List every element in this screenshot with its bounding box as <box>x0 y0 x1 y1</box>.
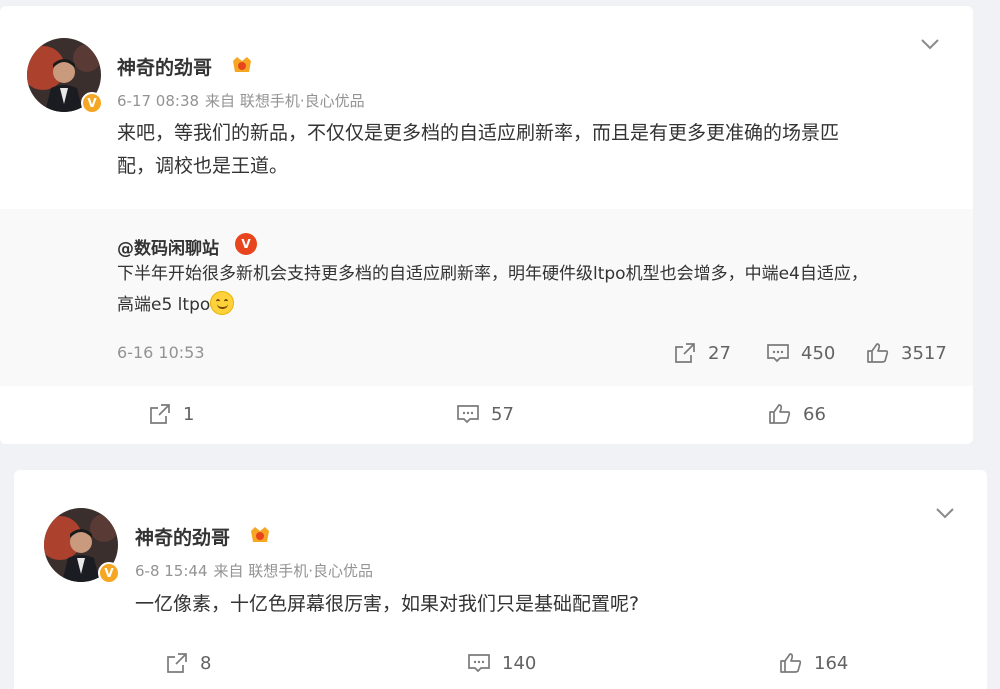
post-text-line: 来吧，等我们的新品，不仅仅是更多档的自适应刷新率，而且是有更多更准确的场景匹 <box>117 122 840 144</box>
post-text: 一亿像素，十亿色屏幕很厉害，如果对我们只是基础配置呢? <box>135 593 640 615</box>
post-meta: 6-17 08:38 来自 联想手机·良心优品 <box>117 90 365 111</box>
quoted-text-line: 下半年开始很多新机会支持更多档的自适应刷新率，明年硬件级ltpo机型也会增多，中… <box>117 264 868 284</box>
avatar[interactable]: V <box>27 38 103 114</box>
post-source: 来自 联想手机·良心优品 <box>205 92 365 110</box>
quoted-author[interactable]: @数码闲聊站 <box>117 234 219 259</box>
post-time[interactable]: 6-17 08:38 <box>117 92 199 110</box>
quoted-text: 下半年开始很多新机会支持更多档的自适应刷新率，明年硬件级ltpo机型也会增多，中… <box>117 259 947 321</box>
author-name[interactable]: 神奇的劲哥 <box>117 53 212 80</box>
repost-button[interactable]: 8 <box>165 651 211 675</box>
vip-badge-icon[interactable] <box>231 55 253 75</box>
post-text: 来吧，等我们的新品，不仅仅是更多档的自适应刷新率，而且是有更多更准确的场景匹 配… <box>117 117 957 183</box>
like-count: 3517 <box>901 342 947 364</box>
quote-like-button[interactable]: 3517 <box>866 341 947 365</box>
like-icon <box>780 653 802 673</box>
post-time[interactable]: 6-8 15:44 <box>135 562 208 580</box>
quoted-time[interactable]: 6-16 10:53 <box>117 343 205 362</box>
comment-button[interactable]: 140 <box>467 651 536 675</box>
chevron-down-icon[interactable] <box>919 33 941 55</box>
like-icon <box>867 343 889 363</box>
repost-icon <box>150 404 170 424</box>
like-button[interactable]: 66 <box>768 402 826 426</box>
chevron-down-icon[interactable] <box>934 502 956 524</box>
repost-icon <box>675 343 695 363</box>
quote-repost-button[interactable]: 27 <box>673 341 731 365</box>
post-text-line: 配，调校也是王道。 <box>117 155 289 177</box>
comment-count: 450 <box>801 342 836 364</box>
author-name[interactable]: 神奇的劲哥 <box>135 523 230 550</box>
post-meta: 6-8 15:44 来自 联想手机·良心优品 <box>135 560 373 581</box>
weibo-post: V 神奇的劲哥 6-8 15:44 来自 联想手机·良心优品 一亿像素，十亿色屏幕… <box>14 470 987 689</box>
like-count: 164 <box>814 652 849 674</box>
comment-count: 57 <box>491 403 514 425</box>
vip-badge-icon[interactable] <box>249 525 271 545</box>
quote-comment-button[interactable]: 450 <box>766 341 835 365</box>
comment-icon <box>468 654 490 673</box>
comment-count: 140 <box>502 652 537 674</box>
avatar[interactable]: V <box>44 508 120 584</box>
comment-icon <box>457 405 479 424</box>
like-count: 66 <box>803 403 826 425</box>
like-icon <box>769 404 791 424</box>
verified-icon: V <box>235 233 257 255</box>
repost-icon <box>167 653 187 673</box>
repost-button[interactable]: 1 <box>148 402 194 426</box>
like-button[interactable]: 164 <box>779 651 848 675</box>
smile-emoji-icon <box>210 291 235 315</box>
verified-icon: V <box>81 92 103 114</box>
repost-count: 8 <box>200 652 212 674</box>
post-source: 来自 联想手机·良心优品 <box>213 562 374 580</box>
verified-icon: V <box>98 562 120 584</box>
comment-icon <box>767 344 789 363</box>
quoted-text-line: 高端e5 ltpo <box>117 295 211 315</box>
repost-count: 27 <box>708 342 731 364</box>
weibo-post: V 神奇的劲哥 6-17 08:38 来自 联想手机·良心优品 来吧，等我们的新品… <box>0 6 973 444</box>
comment-button[interactable]: 57 <box>456 402 514 426</box>
repost-count: 1 <box>183 403 195 425</box>
quoted-post[interactable]: @数码闲聊站 V 下半年开始很多新机会支持更多档的自适应刷新率，明年硬件级ltp… <box>0 209 973 386</box>
